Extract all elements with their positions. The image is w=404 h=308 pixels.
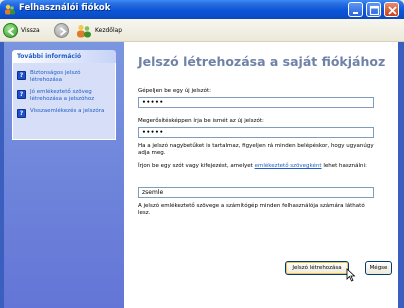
more-info-body: ? Biztonságos jelszó létrehozása ? Jó em… [12, 63, 116, 140]
help-icon: ? [17, 71, 26, 80]
sidebar-item-good-hint[interactable]: ? Jó emlékeztető szöveg létrehozása a je… [17, 89, 113, 103]
window-frame-right [398, 42, 404, 308]
close-button[interactable] [384, 2, 399, 17]
help-icon: ? [17, 109, 26, 118]
user-accounts-icon [5, 4, 15, 15]
more-info-panel: További információ ? Biztonságos jelszó … [12, 50, 116, 140]
hint-prompt-text-end: lehet használni: [321, 163, 367, 169]
home-button[interactable]: Kezdőlap [76, 22, 122, 39]
main-content: Jelszó létrehozása a saját fiókjához Gép… [124, 42, 398, 308]
mouse-pointer-icon [346, 268, 356, 282]
back-label: Vissza [21, 27, 40, 34]
create-password-button[interactable]: Jelszó létrehozása [285, 261, 349, 275]
more-info-header: További információ [12, 50, 116, 63]
minimize-icon [353, 12, 358, 14]
task-pane: További információ ? Biztonságos jelszó … [4, 42, 124, 308]
close-icon [388, 6, 397, 15]
maximize-icon [369, 5, 380, 16]
client-area: További információ ? Biztonságos jelszó … [4, 42, 398, 308]
forward-arrow-icon [54, 23, 69, 38]
hint-prompt-text: Írjon be egy szót vagy kifejezést, amely… [138, 163, 255, 169]
window-title: Felhasználói fiókok [19, 3, 111, 13]
sidebar-item-secure-password[interactable]: ? Biztonságos jelszó létrehozása [17, 70, 113, 84]
user-accounts-home-icon [77, 24, 91, 37]
help-icon: ? [17, 90, 26, 99]
confirm-password-label: Megerősítésképpen írja be ismét az új je… [138, 118, 264, 124]
password-hint-field[interactable]: zsemle [138, 187, 374, 198]
back-arrow-icon [3, 23, 18, 38]
minimize-button[interactable] [348, 2, 363, 17]
page-title: Jelszó létrehozása a saját fiókjához [138, 54, 386, 69]
hint-help-link[interactable]: emlékeztető szövegként [255, 163, 322, 169]
cancel-button[interactable]: Mégse [365, 261, 392, 275]
user-accounts-window: Felhasználói fiókok Vissza Kezdőlap Tová… [0, 0, 404, 308]
sidebar-item-remember-password[interactable]: ? Visszaemlékezés a jelszóra [17, 108, 113, 118]
maximize-button[interactable] [366, 2, 381, 17]
confirm-password-field[interactable]: ••••• [138, 127, 374, 138]
sidebar-item-label: Biztonságos jelszó létrehozása [30, 70, 81, 83]
toolbar: Vissza Kezdőlap [0, 19, 404, 42]
new-password-label: Gépeljen be egy új jelszót: [138, 88, 212, 94]
sidebar-item-label: Visszaemlékezés a jelszóra [30, 108, 105, 114]
hint-visibility-note: A jelszó emlékeztető szövege a számítógé… [138, 203, 365, 216]
forward-button[interactable] [54, 22, 69, 39]
title-bar[interactable]: Felhasználói fiókok [0, 0, 404, 19]
new-password-field[interactable]: ••••• [138, 97, 374, 108]
sidebar-item-label: Jó emlékeztető szöveg létrehozása a jels… [30, 89, 95, 102]
hint-prompt: Írjon be egy szót vagy kifejezést, amely… [138, 163, 378, 170]
case-sensitivity-note: Ha a jelszó nagybetűket is tartalmaz, fi… [138, 143, 374, 156]
home-label: Kezdőlap [95, 27, 123, 34]
back-button[interactable]: Vissza [3, 22, 40, 39]
